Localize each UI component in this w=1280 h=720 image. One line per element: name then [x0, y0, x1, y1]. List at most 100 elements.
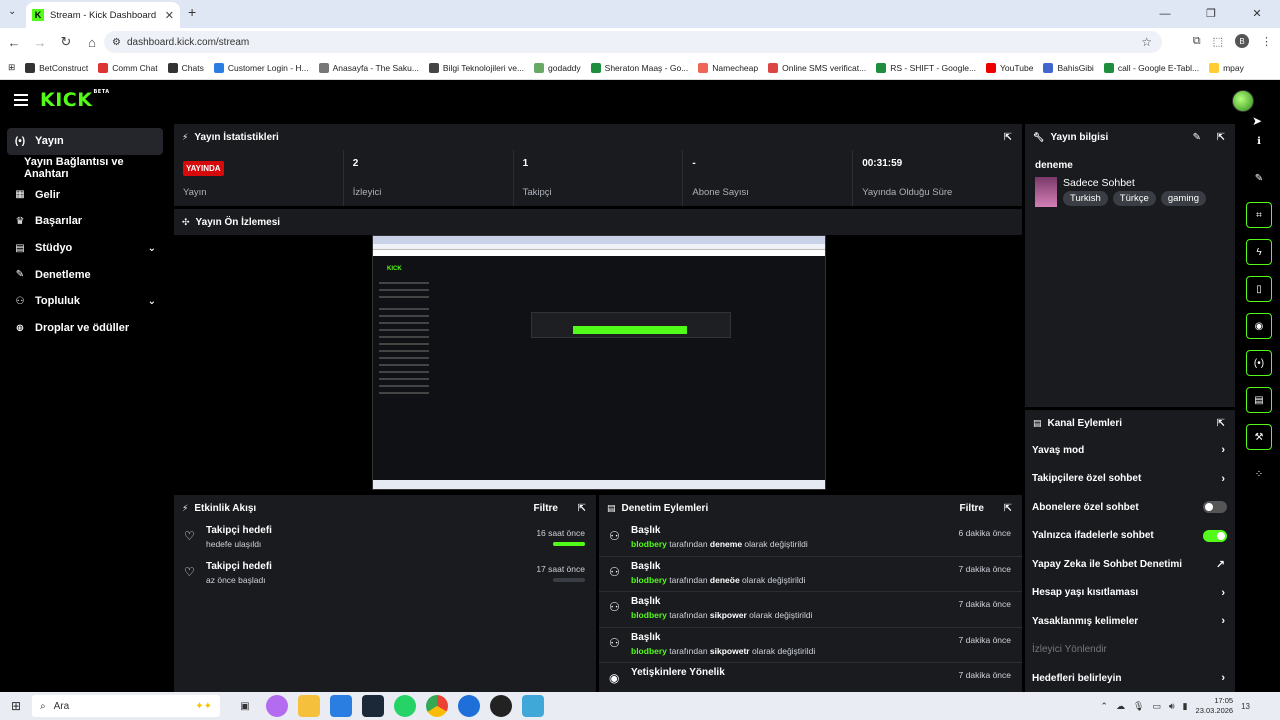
task-view-icon[interactable]: ▣ — [234, 695, 256, 717]
close-window-icon[interactable]: ✕ — [1234, 0, 1280, 28]
bookmark-item[interactable]: Anasayfa - The Saku... — [318, 62, 419, 73]
toggle-switch[interactable] — [1203, 529, 1227, 542]
moderation-filter-button[interactable]: Filtre — [960, 503, 984, 514]
mic-icon[interactable]: 🎙︎ — [1133, 701, 1144, 712]
channel-action-item[interactable]: Hesap yaşı kısıtlaması › — [1025, 579, 1235, 608]
menu-kebab-icon[interactable]: ⋮ — [1261, 35, 1272, 48]
popout-icon[interactable]: ⇱ — [1217, 418, 1225, 429]
forward-icon[interactable]: → — [28, 35, 52, 50]
popout-icon[interactable]: ⇱ — [1004, 132, 1012, 143]
popout-icon[interactable]: ⇱ — [1004, 503, 1012, 514]
channel-action-item[interactable]: Yavaş mod › — [1025, 436, 1235, 465]
add-widget-icon[interactable]: ⁘ — [1246, 461, 1272, 487]
chevron-right-icon[interactable]: › — [1221, 587, 1225, 599]
bookmark-item[interactable]: YouTube — [986, 62, 1033, 73]
sidebar-item[interactable]: ⊕ Droplar ve ödüller — [0, 315, 170, 342]
steam-icon[interactable] — [362, 695, 384, 717]
bookmark-item[interactable]: godaddy — [534, 62, 581, 73]
network-icon[interactable]: ▭ — [1152, 701, 1161, 712]
file-explorer-icon[interactable] — [298, 695, 320, 717]
obs-icon[interactable] — [490, 695, 512, 717]
sidebar-item[interactable]: Yayın Bağlantısı ve Anahtarı — [0, 155, 170, 182]
sidebar-item[interactable]: ♛ Başarılar — [0, 208, 170, 235]
bookmark-item[interactable]: BetConstruct — [25, 62, 88, 73]
broadcast-icon[interactable]: (•) — [1246, 350, 1272, 376]
bookmark-item[interactable]: Online SMS verificat... — [768, 62, 866, 73]
user-avatar[interactable] — [1232, 90, 1254, 112]
screenshot-icon[interactable]: ⌗ — [1246, 202, 1272, 228]
minimize-icon[interactable]: — — [1142, 0, 1188, 28]
bookmark-item[interactable]: BahisGibi — [1043, 62, 1094, 73]
site-info-icon[interactable]: ⚙ — [112, 37, 121, 48]
stream-preview[interactable]: KICK — [174, 235, 1022, 492]
layout-icon[interactable]: ▤ — [1246, 387, 1272, 413]
external-link-icon[interactable]: ↗ — [1216, 558, 1225, 571]
taskbar-clock[interactable]: 17:05 23.03.2026 — [1196, 696, 1234, 716]
bookmark-item[interactable]: Sheraton Maaş - Go... — [590, 62, 688, 73]
edit-pencil-icon[interactable]: ✎ — [1193, 132, 1201, 143]
apps-icon[interactable]: ⊞ — [8, 62, 15, 73]
chevron-right-icon[interactable]: › — [1221, 444, 1225, 456]
bookmark-star-icon[interactable]: ☆ — [1141, 35, 1152, 49]
channel-action-item[interactable]: Abonelere özel sohbet — [1025, 493, 1235, 522]
chevron-right-icon[interactable]: › — [1221, 473, 1225, 485]
chevron-right-icon[interactable]: › — [1221, 615, 1225, 627]
taskbar-search-input[interactable]: ⌕ Ara ✦✦ — [32, 695, 220, 717]
tag-chip[interactable]: gaming — [1160, 191, 1207, 206]
wrench-icon[interactable]: ⚒ — [1246, 424, 1272, 450]
puzzle-icon[interactable]: ⬚ — [1213, 35, 1223, 48]
browser-tab[interactable]: K Stream - Kick Dashboard ✕ — [26, 2, 180, 28]
moderation-user[interactable]: blodbery — [631, 575, 667, 585]
info-icon[interactable]: ℹ — [1246, 128, 1272, 154]
tag-chip[interactable]: Türkçe — [1112, 191, 1156, 206]
sidebar-item[interactable]: ▤ Stüdyo ⌄ — [0, 235, 170, 262]
moderation-user[interactable]: blodbery — [631, 646, 667, 656]
lightning-icon[interactable]: ϟ — [1246, 239, 1272, 265]
battery-icon[interactable]: ▮ — [1183, 701, 1188, 712]
app-blue-icon[interactable] — [458, 695, 480, 717]
bookmark-item[interactable]: Comm Chat — [98, 62, 158, 73]
bookmark-item[interactable]: Namecheap — [698, 62, 758, 73]
restore-icon[interactable]: ❐ — [1188, 0, 1234, 28]
moderation-user[interactable]: blodbery — [631, 610, 667, 620]
new-tab-icon[interactable]: + — [188, 4, 196, 20]
channel-action-item[interactable]: Yalnızca ifadelerle sohbet — [1025, 522, 1235, 551]
moderation-user[interactable]: blodbery — [631, 539, 667, 549]
tab-search-icon[interactable]: ⌄ — [8, 6, 16, 17]
chrome-icon[interactable] — [426, 695, 448, 717]
channel-action-item[interactable]: Yapay Zeka ile Sohbet Denetimi ↗ — [1025, 550, 1235, 579]
bookmark-item[interactable]: Bilgi Teknolojileri ve... — [428, 62, 524, 73]
bookmark-item[interactable]: call - Google E-Tabl... — [1103, 62, 1199, 73]
back-icon[interactable]: ← — [2, 35, 26, 50]
tag-chip[interactable]: Turkish — [1063, 191, 1108, 206]
channel-action-item[interactable]: Takipçilere özel sohbet › — [1025, 465, 1235, 494]
copilot-icon[interactable] — [266, 695, 288, 717]
cloud-icon[interactable]: ☁ — [1116, 701, 1125, 712]
edit-icon[interactable]: ✎ — [1246, 165, 1272, 191]
popout-icon[interactable]: ⇱ — [578, 503, 586, 514]
profile-avatar[interactable]: B — [1235, 34, 1249, 48]
bookmark-item[interactable]: Chats — [167, 62, 204, 73]
close-tab-icon[interactable]: ✕ — [165, 9, 174, 22]
chevron-right-icon[interactable]: › — [1221, 672, 1225, 684]
popout-icon[interactable]: ⇱ — [1217, 132, 1225, 143]
bookmark-item[interactable]: mpay — [1209, 62, 1244, 73]
volume-icon[interactable]: 🔊︎ — [1169, 701, 1175, 712]
store-icon[interactable] — [330, 695, 352, 717]
sidebar-item[interactable]: ▦ Gelir — [0, 181, 170, 208]
notification-count[interactable]: 13 — [1241, 702, 1250, 711]
url-input[interactable]: ⚙ dashboard.kick.com/stream ☆ — [104, 31, 1162, 53]
activity-filter-button[interactable]: Filtre — [534, 503, 558, 514]
bookmark-item[interactable]: RS - SHIFT - Google... — [876, 62, 976, 73]
whatsapp-icon[interactable] — [394, 695, 416, 717]
home-icon[interactable]: ⌂ — [80, 35, 104, 50]
channel-action-item[interactable]: Hedefleri belirleyin › — [1025, 664, 1235, 693]
sidebar-item[interactable]: (•) Yayın — [7, 128, 163, 155]
chevron-up-icon[interactable]: ⌃ — [1100, 701, 1108, 712]
reload-icon[interactable]: ↻ — [54, 34, 78, 50]
windows-start-icon[interactable]: ⊞ — [0, 699, 32, 713]
sidebar-item[interactable]: ✎ Denetleme — [0, 261, 170, 288]
chat-icon[interactable]: ◉ — [1246, 313, 1272, 339]
document-icon[interactable]: ▯ — [1246, 276, 1272, 302]
sidebar-item[interactable]: ⚇ Topluluk ⌄ — [0, 288, 170, 315]
